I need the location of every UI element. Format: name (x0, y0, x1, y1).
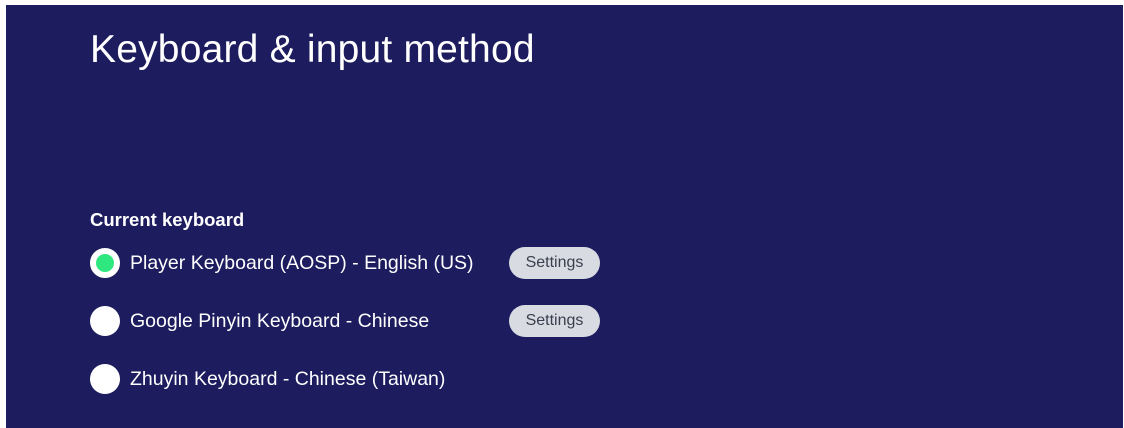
keyboard-option-label: Google Pinyin Keyboard - Chinese (130, 310, 430, 332)
settings-button[interactable]: Settings (509, 247, 600, 279)
section-heading-current-keyboard: Current keyboard (90, 209, 245, 230)
radio-selected-dot-icon (96, 254, 114, 272)
page-title: Keyboard & input method (90, 28, 535, 71)
keyboard-option-label: Zhuyin Keyboard - Chinese (Taiwan) (130, 368, 446, 390)
keyboard-option-google-pinyin[interactable]: Google Pinyin Keyboard - Chinese Setting… (90, 304, 630, 338)
settings-panel: Keyboard & input method Current keyboard… (6, 5, 1123, 428)
radio-button[interactable] (90, 306, 120, 336)
keyboard-option-player[interactable]: Player Keyboard (AOSP) - English (US) Se… (90, 246, 630, 280)
radio-button-selected[interactable] (90, 248, 120, 278)
radio-button[interactable] (90, 364, 120, 394)
keyboard-option-label: Player Keyboard (AOSP) - English (US) (130, 252, 474, 274)
keyboard-option-zhuyin[interactable]: Zhuyin Keyboard - Chinese (Taiwan) (90, 362, 630, 396)
settings-button[interactable]: Settings (509, 305, 600, 337)
